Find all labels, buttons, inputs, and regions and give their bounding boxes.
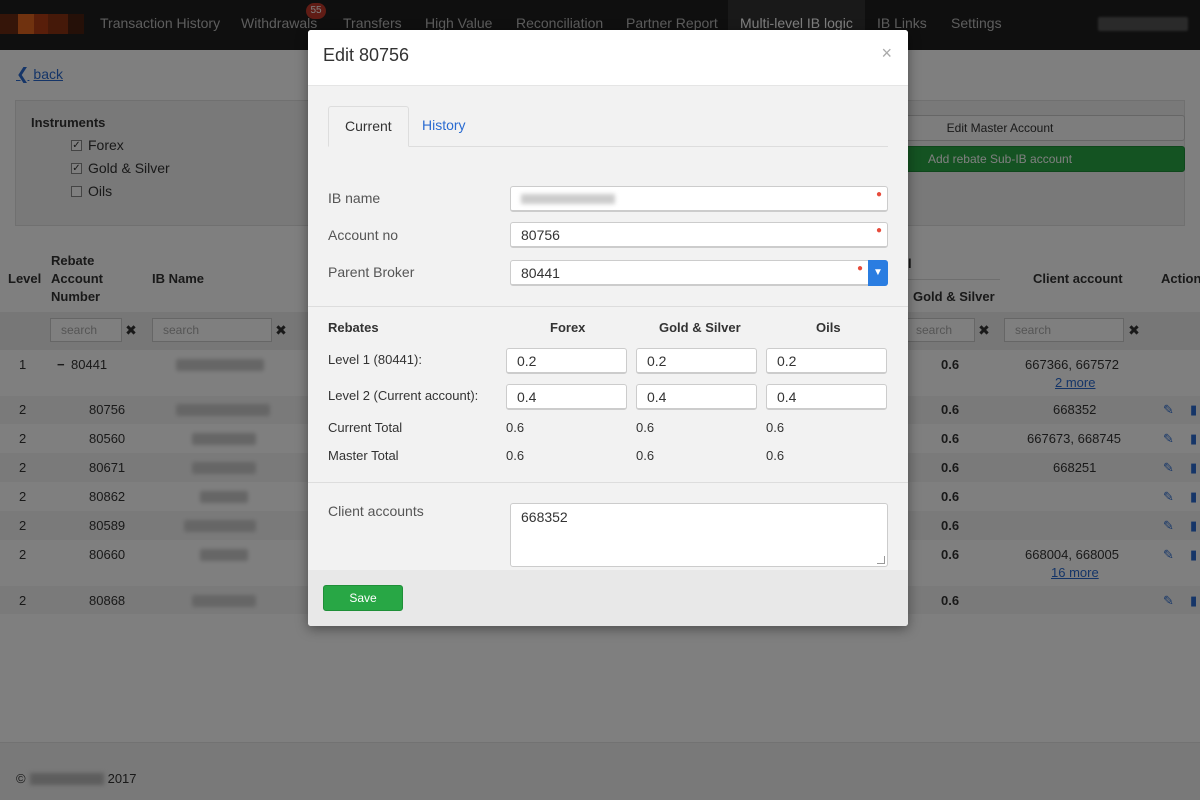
section-divider [308, 482, 908, 483]
master-total-oils: 0.6 [766, 448, 785, 463]
resize-handle-icon[interactable] [877, 556, 885, 564]
account-no-label: Account no [328, 227, 399, 243]
save-button[interactable]: Save [323, 585, 403, 611]
current-total-label: Current Total [328, 420, 403, 435]
modal-body: Current History IB name ● Account no 807… [308, 86, 908, 579]
client-accounts-label: Client accounts [328, 503, 424, 519]
modal-header: Edit 80756 × [308, 30, 908, 86]
current-total-gold-silver: 0.6 [636, 420, 655, 435]
parent-broker-value: 80441 [521, 265, 560, 281]
client-accounts-textarea[interactable]: 668352 [510, 503, 888, 567]
current-total-forex: 0.6 [506, 420, 525, 435]
chevron-down-icon[interactable]: ▼ [868, 260, 888, 286]
required-marker: ● [875, 225, 882, 236]
level1-forex-input[interactable]: 0.2 [506, 348, 627, 374]
account-no-value: 80756 [521, 227, 560, 243]
level2-label: Level 2 (Current account): [328, 388, 479, 403]
ib-name-label: IB name [328, 190, 381, 206]
parent-broker-select[interactable]: 80441 ● ▼ [510, 260, 888, 286]
rebates-column-forex: Forex [550, 320, 586, 335]
tab-history[interactable]: History [406, 106, 482, 147]
current-total-oils: 0.6 [766, 420, 785, 435]
modal-title: Edit 80756 [323, 45, 410, 65]
master-total-forex: 0.6 [506, 448, 525, 463]
level2-gold-silver-input[interactable]: 0.4 [636, 384, 757, 410]
ib-name-value-redacted [521, 194, 615, 204]
client-accounts-value: 668352 [521, 509, 568, 525]
rebates-header: Rebates [328, 320, 379, 335]
level1-gold-silver-input[interactable]: 0.2 [636, 348, 757, 374]
modal-tabs: Current History [328, 106, 888, 147]
required-marker: ● [875, 189, 882, 200]
master-total-gold-silver: 0.6 [636, 448, 655, 463]
account-no-field[interactable]: 80756 ● [510, 222, 888, 248]
level1-oils-input[interactable]: 0.2 [766, 348, 887, 374]
ib-name-field[interactable]: ● [510, 186, 888, 212]
rebates-column-gold-silver: Gold & Silver [659, 320, 741, 335]
level2-oils-input[interactable]: 0.4 [766, 384, 887, 410]
level1-label: Level 1 (80441): [328, 352, 422, 367]
close-icon[interactable]: × [881, 43, 892, 64]
master-total-label: Master Total [328, 448, 399, 463]
parent-broker-label: Parent Broker [328, 264, 415, 280]
rebates-column-oils: Oils [816, 320, 841, 335]
modal-footer: Save [308, 570, 908, 626]
edit-ib-modal: Edit 80756 × Current History IB name ● A… [308, 30, 908, 626]
section-divider [308, 306, 908, 307]
required-marker: ● [856, 263, 863, 274]
level2-forex-input[interactable]: 0.4 [506, 384, 627, 410]
tab-current[interactable]: Current [328, 106, 409, 147]
